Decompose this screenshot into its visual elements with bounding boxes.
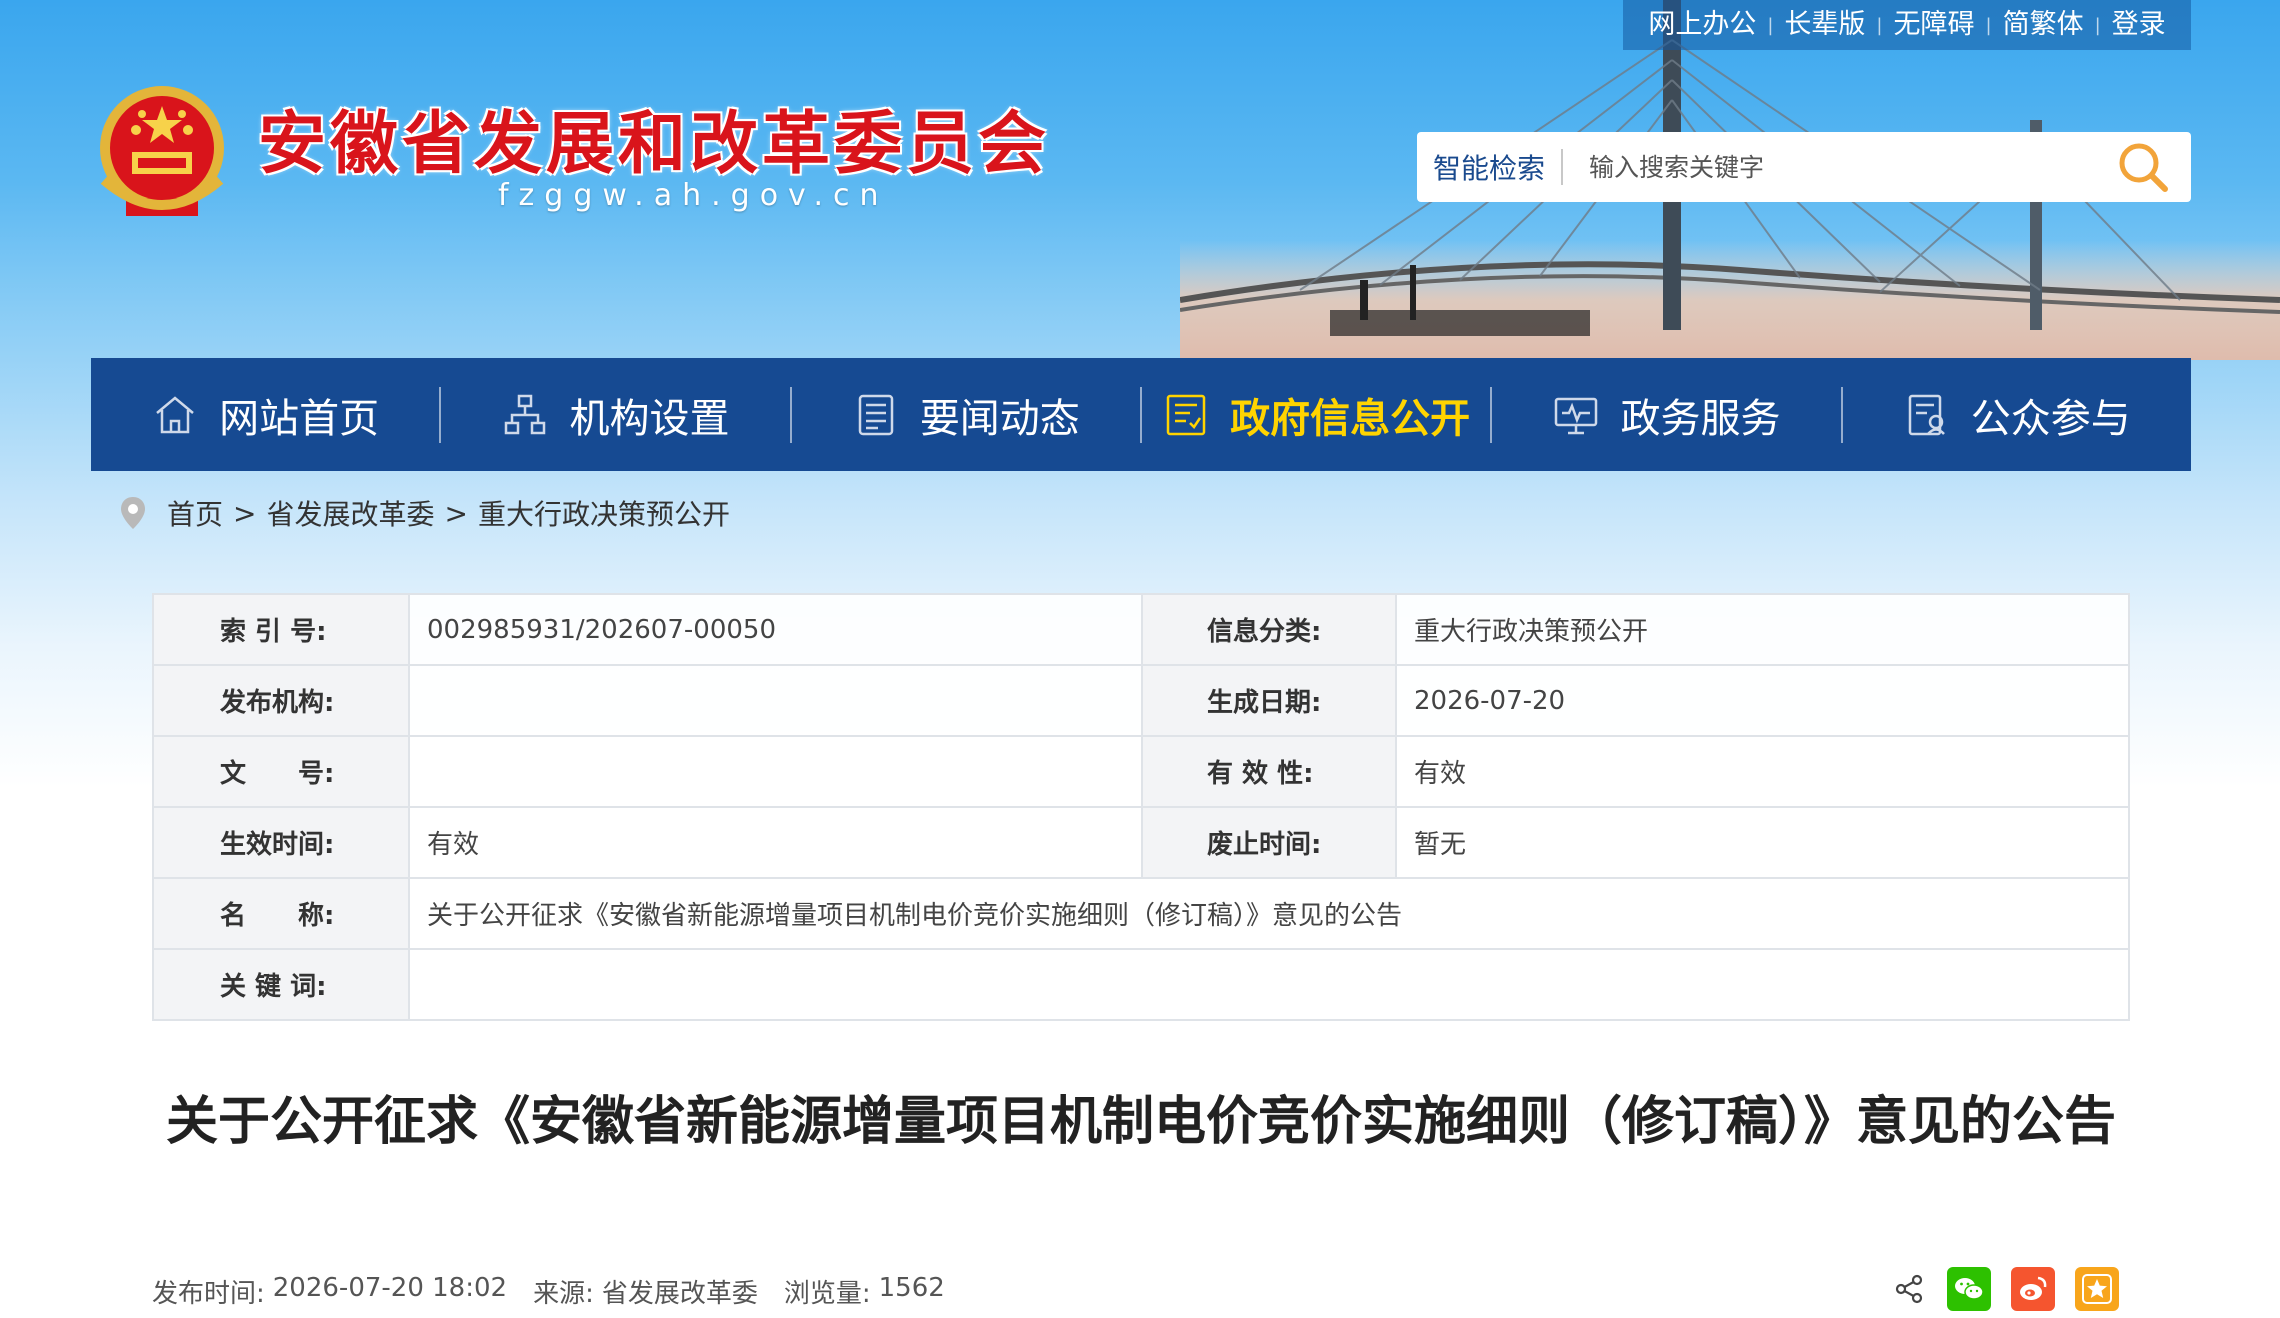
wechat-share-button[interactable]	[1947, 1267, 1991, 1311]
site-domain: fzggw.ah.gov.cn	[498, 178, 889, 213]
table-row: 生效时间: 有效 废止时间: 暂无	[152, 806, 2130, 879]
validity-value: 有效	[1395, 735, 2130, 808]
table-row: 名 称: 关于公开征求《安徽省新能源增量项目机制电价竞价实施细则（修订稿）》意见…	[152, 877, 2130, 950]
info-category-label: 信息分类:	[1141, 593, 1397, 666]
accessibility-link[interactable]: 无障碍	[1883, 0, 1986, 50]
search-icon[interactable]	[2115, 139, 2171, 195]
repeal-time-value: 暂无	[1395, 806, 2130, 879]
creation-date-value: 2026-07-20	[1395, 664, 2130, 737]
effective-time-value: 有效	[408, 806, 1143, 879]
table-row: 关 键 词:	[152, 948, 2130, 1021]
views-label: 浏览量:	[783, 1279, 871, 1309]
breadcrumb-ndrc[interactable]: 省发展改革委	[266, 493, 434, 533]
online-office-link[interactable]: 网上办公	[1637, 0, 1767, 50]
source-value: 省发展改革委	[601, 1279, 758, 1309]
search-input[interactable]	[1563, 152, 2115, 182]
national-emblem-icon	[100, 86, 224, 216]
org-chart-icon	[505, 394, 546, 434]
keywords-label: 关 键 词:	[152, 948, 410, 1021]
participation-icon	[1908, 394, 1945, 435]
breadcrumb: 首页 > 省发展改革委 > 重大行政决策预公开	[119, 493, 730, 533]
publish-time-label: 发布时间:	[152, 1279, 265, 1309]
news-icon	[858, 394, 894, 435]
name-label: 名 称:	[152, 877, 410, 950]
wechat-icon	[1955, 1278, 1984, 1300]
nav-news[interactable]: 要闻动态	[792, 358, 1140, 471]
validity-label: 有 效 性:	[1141, 735, 1397, 808]
effective-time-label: 生效时间:	[152, 806, 410, 879]
document-icon	[1166, 394, 1206, 435]
nav-public-participation[interactable]: 公众参与	[1843, 358, 2191, 471]
views-value: 1562	[878, 1273, 945, 1303]
smart-search-label: 智能检索	[1433, 152, 1546, 185]
article-title: 关于公开征求《安徽省新能源增量项目机制电价竞价实施细则（修订稿）》意见的公告	[165, 1092, 2116, 1152]
favorite-icon	[2082, 1274, 2112, 1304]
creation-date-label: 生成日期:	[1141, 664, 1397, 737]
nav-home[interactable]: 网站首页	[91, 358, 439, 471]
simplified-traditional-link[interactable]: 简繁体	[1992, 0, 2095, 50]
document-number-label: 文 号:	[152, 735, 410, 808]
table-row: 文 号: 有 效 性: 有效	[152, 735, 2130, 808]
site-title: 安徽省发展和改革委员会	[258, 104, 1051, 184]
elderly-version-link[interactable]: 长辈版	[1773, 0, 1876, 50]
repeal-time-label: 废止时间:	[1141, 806, 1397, 879]
breadcrumb-home[interactable]: 首页	[167, 493, 223, 533]
index-number-value: 002985931/202607-00050	[408, 593, 1143, 666]
favorite-button[interactable]	[2075, 1267, 2119, 1311]
table-row: 发布机构: 生成日期: 2026-07-20	[152, 664, 2130, 737]
publisher-label: 发布机构:	[152, 664, 410, 737]
keywords-value	[408, 948, 2130, 1021]
content-area: 首页 > 省发展改革委 > 重大行政决策预公开 索 引 号: 002985931…	[91, 471, 2191, 1318]
breadcrumb-current[interactable]: 重大行政决策预公开	[478, 493, 730, 533]
weibo-share-button[interactable]	[2011, 1267, 2055, 1311]
share-bar	[1893, 1267, 2139, 1311]
search-box: 智能检索	[1417, 132, 2191, 202]
login-link[interactable]: 登录	[2101, 0, 2177, 50]
weibo-icon	[2020, 1276, 2047, 1300]
top-utility-bar: 网上办公 | 长辈版 | 无障碍 | 简繁体 | 登录	[1623, 0, 2191, 50]
nav-organization[interactable]: 机构设置	[441, 358, 789, 471]
location-pin-icon	[121, 497, 145, 529]
nav-gov-info-disclosure[interactable]: 政府信息公开	[1142, 358, 1490, 471]
nav-gov-services[interactable]: 政务服务	[1492, 358, 1840, 471]
share-icon[interactable]	[1893, 1273, 1925, 1305]
home-icon	[156, 395, 194, 433]
publisher-value	[408, 664, 1143, 737]
info-category-value: 重大行政决策预公开	[1395, 593, 2130, 666]
source-label: 来源:	[533, 1279, 594, 1309]
publish-time-value: 2026-07-20 18:02	[272, 1273, 508, 1303]
metadata-table: 索 引 号: 002985931/202607-00050 信息分类: 重大行政…	[152, 593, 2130, 1021]
monitor-icon	[1555, 397, 1598, 434]
main-nav: 网站首页 机构设置 要闻动态 政府信息公开 政务服务 公众参与	[91, 358, 2191, 471]
table-row: 索 引 号: 002985931/202607-00050 信息分类: 重大行政…	[152, 593, 2130, 666]
article-info: 发布时间: 2026-07-20 18:02 来源: 省发展改革委 浏览量: 1…	[152, 1273, 953, 1310]
name-value: 关于公开征求《安徽省新能源增量项目机制电价竞价实施细则（修订稿）》意见的公告	[408, 877, 2130, 950]
document-number-value	[408, 735, 1143, 808]
index-number-label: 索 引 号:	[152, 593, 410, 666]
